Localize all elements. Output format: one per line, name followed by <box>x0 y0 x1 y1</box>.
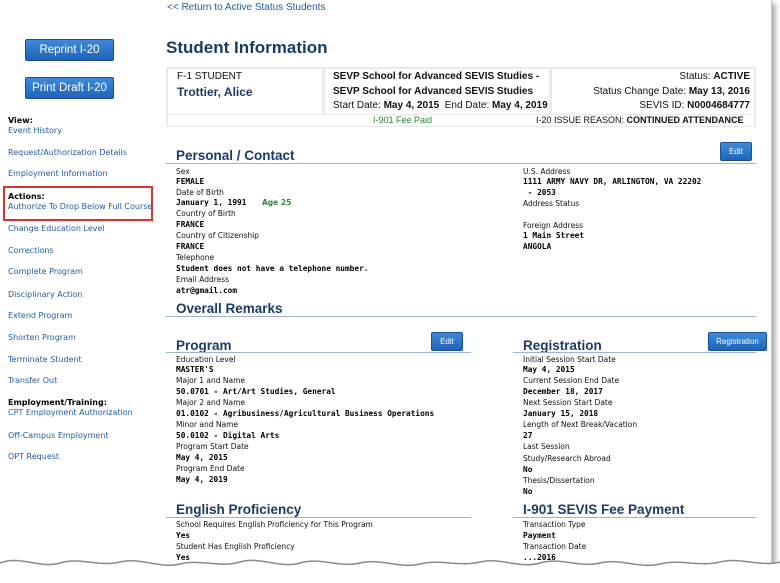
registration-button[interactable]: Registration <box>708 332 767 351</box>
thesis-label: Thesis/Dissertation <box>523 476 595 485</box>
major1-value: 50.0701 - Art/Art Studies, General <box>176 387 336 396</box>
major2-value: 01.0102 - Agribusiness/Agricultural Busi… <box>176 409 435 418</box>
overall-remarks-heading: Overall Remarks <box>176 301 283 316</box>
program-end-label: Program End Date <box>176 464 245 473</box>
break-length-value: 27 <box>523 431 533 440</box>
school-name-2: SEVP School for Advanced SEVIS Studies <box>333 86 534 97</box>
i20-issue-reason: I-20 ISSUE REASON: CONTINUED ATTENDANCE <box>536 115 744 125</box>
education-level-value: MASTER'S <box>176 365 214 374</box>
program-heading: Program <box>176 338 232 353</box>
student-name: Trottier, Alice <box>177 85 253 99</box>
study-abroad-label: Study/Research Abroad <box>523 454 611 463</box>
english-proficiency-heading: English Proficiency <box>176 502 302 517</box>
personal-contact-heading: Personal / Contact <box>176 148 295 163</box>
student-type: F-1 STUDENT <box>177 71 242 82</box>
study-abroad-value: No <box>523 465 533 474</box>
citizenship-value: FRANCE <box>176 242 205 251</box>
current-end-label: Current Session End Date <box>523 376 620 385</box>
program-dates: Start Date: May 4, 2015 End Date: May 4,… <box>333 100 548 111</box>
status: Status: ACTIVE <box>679 71 750 82</box>
sidebar-item-transfer-out[interactable]: Transfer Out <box>8 376 57 385</box>
status-change-date: Status Change Date: May 13, 2016 <box>593 86 750 97</box>
dob-value: January 1, 1991 <box>176 198 247 207</box>
school-name-1: SEVP School for Advanced SEVIS Studies - <box>333 71 540 82</box>
us-address-line1: 1111 ARMY NAVY DR, ARLINGTON, VA 22202 <box>523 177 702 186</box>
divider <box>166 517 471 518</box>
sevis-fee-heading: I-901 SEVIS Fee Payment <box>523 502 685 517</box>
break-length-label: Length of Next Break/Vacation <box>523 420 638 429</box>
page-title: Student Information <box>166 38 328 57</box>
email-label: Email Address <box>176 275 230 284</box>
sidebar-item-opt-request[interactable]: OPT Request <box>8 452 59 461</box>
return-link[interactable]: << Return to Active Status Students <box>167 2 325 13</box>
us-address-line2: - 2053 <box>523 188 556 197</box>
actions-heading: Actions: <box>8 192 45 201</box>
major2-label: Major 2 and Name <box>176 398 245 407</box>
dob-label: Date of Birth <box>176 188 224 197</box>
sidebar-item-change-education[interactable]: Change Education Level <box>8 224 105 233</box>
print-draft-i20-button[interactable]: Print Draft I-20 <box>25 77 114 99</box>
us-address-label: U.S. Address <box>523 167 571 176</box>
english-required-value: Yes <box>176 531 191 540</box>
view-heading: View: <box>8 116 33 125</box>
torn-edge <box>0 559 780 583</box>
sex-label: Sex <box>176 167 190 176</box>
sidebar-item-shorten-program[interactable]: Shorten Program <box>8 333 76 342</box>
sidebar-item-corrections[interactable]: Corrections <box>8 246 54 255</box>
foreign-address-line2: ANGOLA <box>523 242 552 251</box>
country-of-birth-value: FRANCE <box>176 220 205 229</box>
sidebar-item-request-authorization[interactable]: Request/Authorization Details <box>8 148 127 157</box>
sidebar-item-extend-program[interactable]: Extend Program <box>8 311 72 320</box>
sidebar-item-employment-information[interactable]: Employment Information <box>8 169 108 178</box>
age-value: Age 25 <box>262 198 292 207</box>
sidebar-item-event-history[interactable]: Event History <box>8 126 62 135</box>
divider <box>513 352 756 353</box>
major1-label: Major 1 and Name <box>176 376 245 385</box>
current-end-value: December 18, 2017 <box>523 387 603 396</box>
next-session-value: January 15, 2018 <box>523 409 599 418</box>
sidebar-item-off-campus[interactable]: Off-Campus Employment <box>8 431 109 440</box>
program-start-value: May 4, 2015 <box>176 453 228 462</box>
program-end-value: May 4, 2019 <box>176 475 228 484</box>
country-of-birth-label: Country of Birth <box>176 209 236 218</box>
citizenship-label: Country of Citizenship <box>176 231 259 240</box>
minor-value: 50.0102 - Digital Arts <box>176 431 280 440</box>
sidebar-item-disciplinary-action[interactable]: Disciplinary Action <box>8 290 82 299</box>
sex-value: FEMALE <box>176 177 205 186</box>
edit-program-button[interactable]: Edit <box>431 332 463 351</box>
divider <box>166 163 756 164</box>
transaction-type-label: Transaction Type <box>523 520 586 529</box>
next-session-label: Next Session Start Date <box>523 398 613 407</box>
page-frame: << Return to Active Status Students Repr… <box>0 0 772 576</box>
divider <box>166 316 756 317</box>
sevis-id: SEVIS ID: N0004684777 <box>639 100 750 111</box>
telephone-label: Telephone <box>176 253 215 262</box>
english-required-label: School Requires English Proficiency for … <box>176 520 373 529</box>
transaction-type-value: Payment <box>523 531 556 540</box>
thesis-value: No <box>523 487 533 496</box>
fee-paid-status: I-901 Fee Paid <box>373 115 433 125</box>
foreign-address-label: Foreign Address <box>523 221 584 230</box>
address-status-label: Address Status <box>523 199 580 208</box>
sidebar-item-complete-program[interactable]: Complete Program <box>8 267 83 276</box>
initial-session-value: May 4, 2015 <box>523 365 575 374</box>
registration-heading: Registration <box>523 338 602 353</box>
last-session-label: Last Session <box>523 442 570 451</box>
sidebar-item-authorize-drop[interactable]: Authorize To Drop Below Full Course <box>8 202 152 211</box>
program-start-label: Program Start Date <box>176 442 249 451</box>
employment-training-heading: Employment/Training: <box>8 398 107 407</box>
foreign-address-line1: 1 Main Street <box>523 231 585 240</box>
reprint-i20-button[interactable]: Reprint I-20 <box>25 39 114 61</box>
education-level-label: Education Level <box>176 355 236 364</box>
minor-label: Minor and Name <box>176 420 238 429</box>
sidebar-item-cpt[interactable]: CPT Employment Authorization <box>8 408 133 417</box>
telephone-value: Student does not have a telephone number… <box>176 264 369 273</box>
sidebar-item-terminate-student[interactable]: Terminate Student <box>8 355 82 364</box>
edit-personal-button[interactable]: Edit <box>720 142 752 161</box>
initial-session-label: Initial Session Start Date <box>523 355 616 364</box>
email-value: atr@gmail.com <box>176 286 238 295</box>
divider <box>166 352 471 353</box>
divider <box>513 517 756 518</box>
